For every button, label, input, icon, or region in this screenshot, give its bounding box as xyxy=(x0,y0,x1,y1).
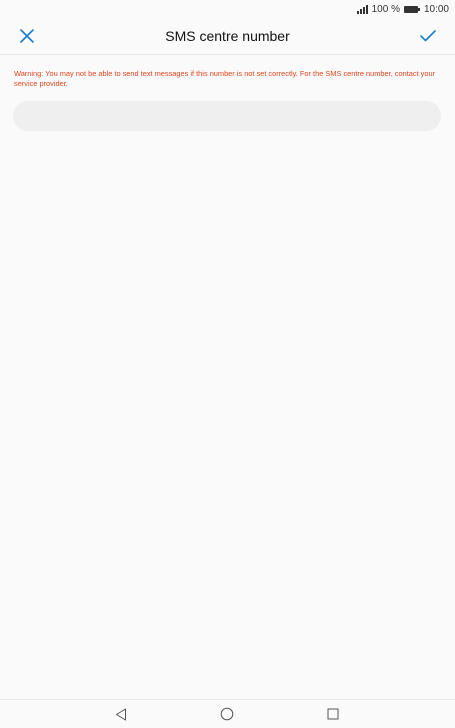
navigation-bar xyxy=(0,699,455,728)
clock: 10:00 xyxy=(423,3,449,15)
close-button[interactable] xyxy=(15,24,39,48)
status-bar: 100 % 10:00 xyxy=(0,0,455,18)
home-icon xyxy=(220,707,234,721)
recents-icon xyxy=(327,708,339,720)
page-title: SMS centre number xyxy=(165,28,290,44)
close-icon xyxy=(20,29,34,43)
back-button[interactable] xyxy=(113,706,129,722)
warning-message: Warning: You may not be able to send tex… xyxy=(14,69,436,88)
sms-centre-number-input[interactable] xyxy=(13,101,441,131)
battery-percent: 100 % xyxy=(371,3,400,15)
recents-button[interactable] xyxy=(325,706,341,722)
battery-icon xyxy=(403,5,420,13)
checkmark-icon xyxy=(420,30,436,42)
confirm-button[interactable] xyxy=(416,24,440,48)
home-button[interactable] xyxy=(219,706,235,722)
signal-icon xyxy=(356,4,368,14)
back-icon xyxy=(116,708,126,720)
app-bar: SMS centre number xyxy=(0,18,455,55)
